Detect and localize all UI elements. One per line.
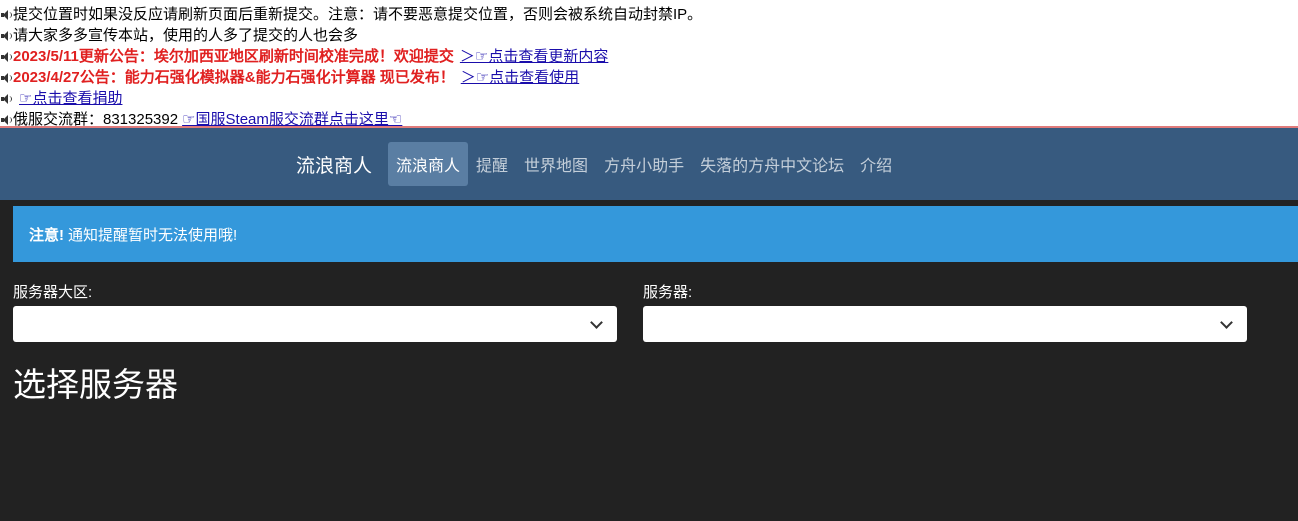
- region-select[interactable]: [13, 306, 617, 342]
- steam-group-link[interactable]: ☞国服Steam服交流群点击这里☜: [182, 109, 402, 126]
- speaker-icon: [0, 114, 12, 126]
- region-label: 服务器大区:: [13, 284, 93, 301]
- chevron-down-icon: [590, 316, 603, 329]
- nav-item-about[interactable]: 介绍: [852, 142, 900, 186]
- navbar-brand[interactable]: 流浪商人: [296, 151, 372, 178]
- speaker-icon: [0, 72, 12, 84]
- server-select[interactable]: [643, 306, 1247, 342]
- view-donation-link[interactable]: ☞点击查看捐助: [19, 88, 122, 109]
- speaker-icon: [0, 9, 12, 21]
- view-usage-link[interactable]: ＞☞点击查看使用: [461, 67, 579, 88]
- page-title: 选择服务器: [13, 366, 178, 403]
- nav-item-reminder[interactable]: 提醒: [468, 142, 516, 186]
- notice-area: 提交位置时如果没反应请刷新页面后重新提交。注意：请不要恶意提交位置，否则会被系统…: [0, 0, 1298, 128]
- simulator-announcement: 2023/4/27公告：能力石强化模拟器&能力石强化计算器 现已发布！: [13, 69, 455, 86]
- chevron-down-icon: [1220, 316, 1233, 329]
- nav-item-forum[interactable]: 失落的方舟中文论坛: [692, 142, 852, 186]
- notice-alert: 注意! 通知提醒暂时无法使用哦!: [13, 206, 1298, 262]
- update-announcement: 2023/5/11更新公告：埃尔加西亚地区刷新时间校准完成！欢迎提交: [13, 48, 454, 65]
- notice-line-6: 俄服交流群：831325392 ☞国服Steam服交流群点击这里☜: [0, 109, 1298, 128]
- notice-line-5: ☞点击查看捐助: [0, 88, 1298, 109]
- speaker-icon: [0, 30, 12, 42]
- speaker-icon: [0, 51, 12, 63]
- notice-text: 提交位置时如果没反应请刷新页面后重新提交。注意：请不要恶意提交位置，否则会被系统…: [13, 6, 703, 23]
- notice-line-4: 2023/4/27公告：能力石强化模拟器&能力石强化计算器 现已发布！ ＞☞点击…: [0, 67, 1298, 88]
- alert-text: 通知提醒暂时无法使用哦!: [68, 226, 238, 244]
- alert-strong: 注意!: [29, 226, 64, 244]
- view-update-link[interactable]: ＞☞点击查看更新内容: [460, 46, 608, 67]
- group-number-text: 俄服交流群：831325392: [13, 111, 179, 128]
- server-group: 服务器:: [643, 281, 1247, 342]
- nav-item-wandering-merchant[interactable]: 流浪商人: [388, 142, 469, 186]
- notice-line-1: 提交位置时如果没反应请刷新页面后重新提交。注意：请不要恶意提交位置，否则会被系统…: [0, 4, 1298, 25]
- notice-line-3: 2023/5/11更新公告：埃尔加西亚地区刷新时间校准完成！欢迎提交 ＞☞点击查…: [0, 46, 1298, 67]
- region-group: 服务器大区:: [13, 281, 617, 342]
- nav-item-ark-helper[interactable]: 方舟小助手: [596, 142, 692, 186]
- nav-item-world-map[interactable]: 世界地图: [516, 142, 596, 186]
- server-form: 服务器大区: 服务器:: [0, 281, 1298, 342]
- notice-line-2: 请大家多多宣传本站，使用的人多了提交的人也会多: [0, 25, 1298, 46]
- navbar: 流浪商人 流浪商人 提醒 世界地图 方舟小助手 失落的方舟中文论坛 介绍: [0, 128, 1298, 200]
- server-label: 服务器:: [643, 284, 693, 301]
- notice-text: 请大家多多宣传本站，使用的人多了提交的人也会多: [13, 27, 359, 44]
- speaker-icon: [0, 93, 12, 105]
